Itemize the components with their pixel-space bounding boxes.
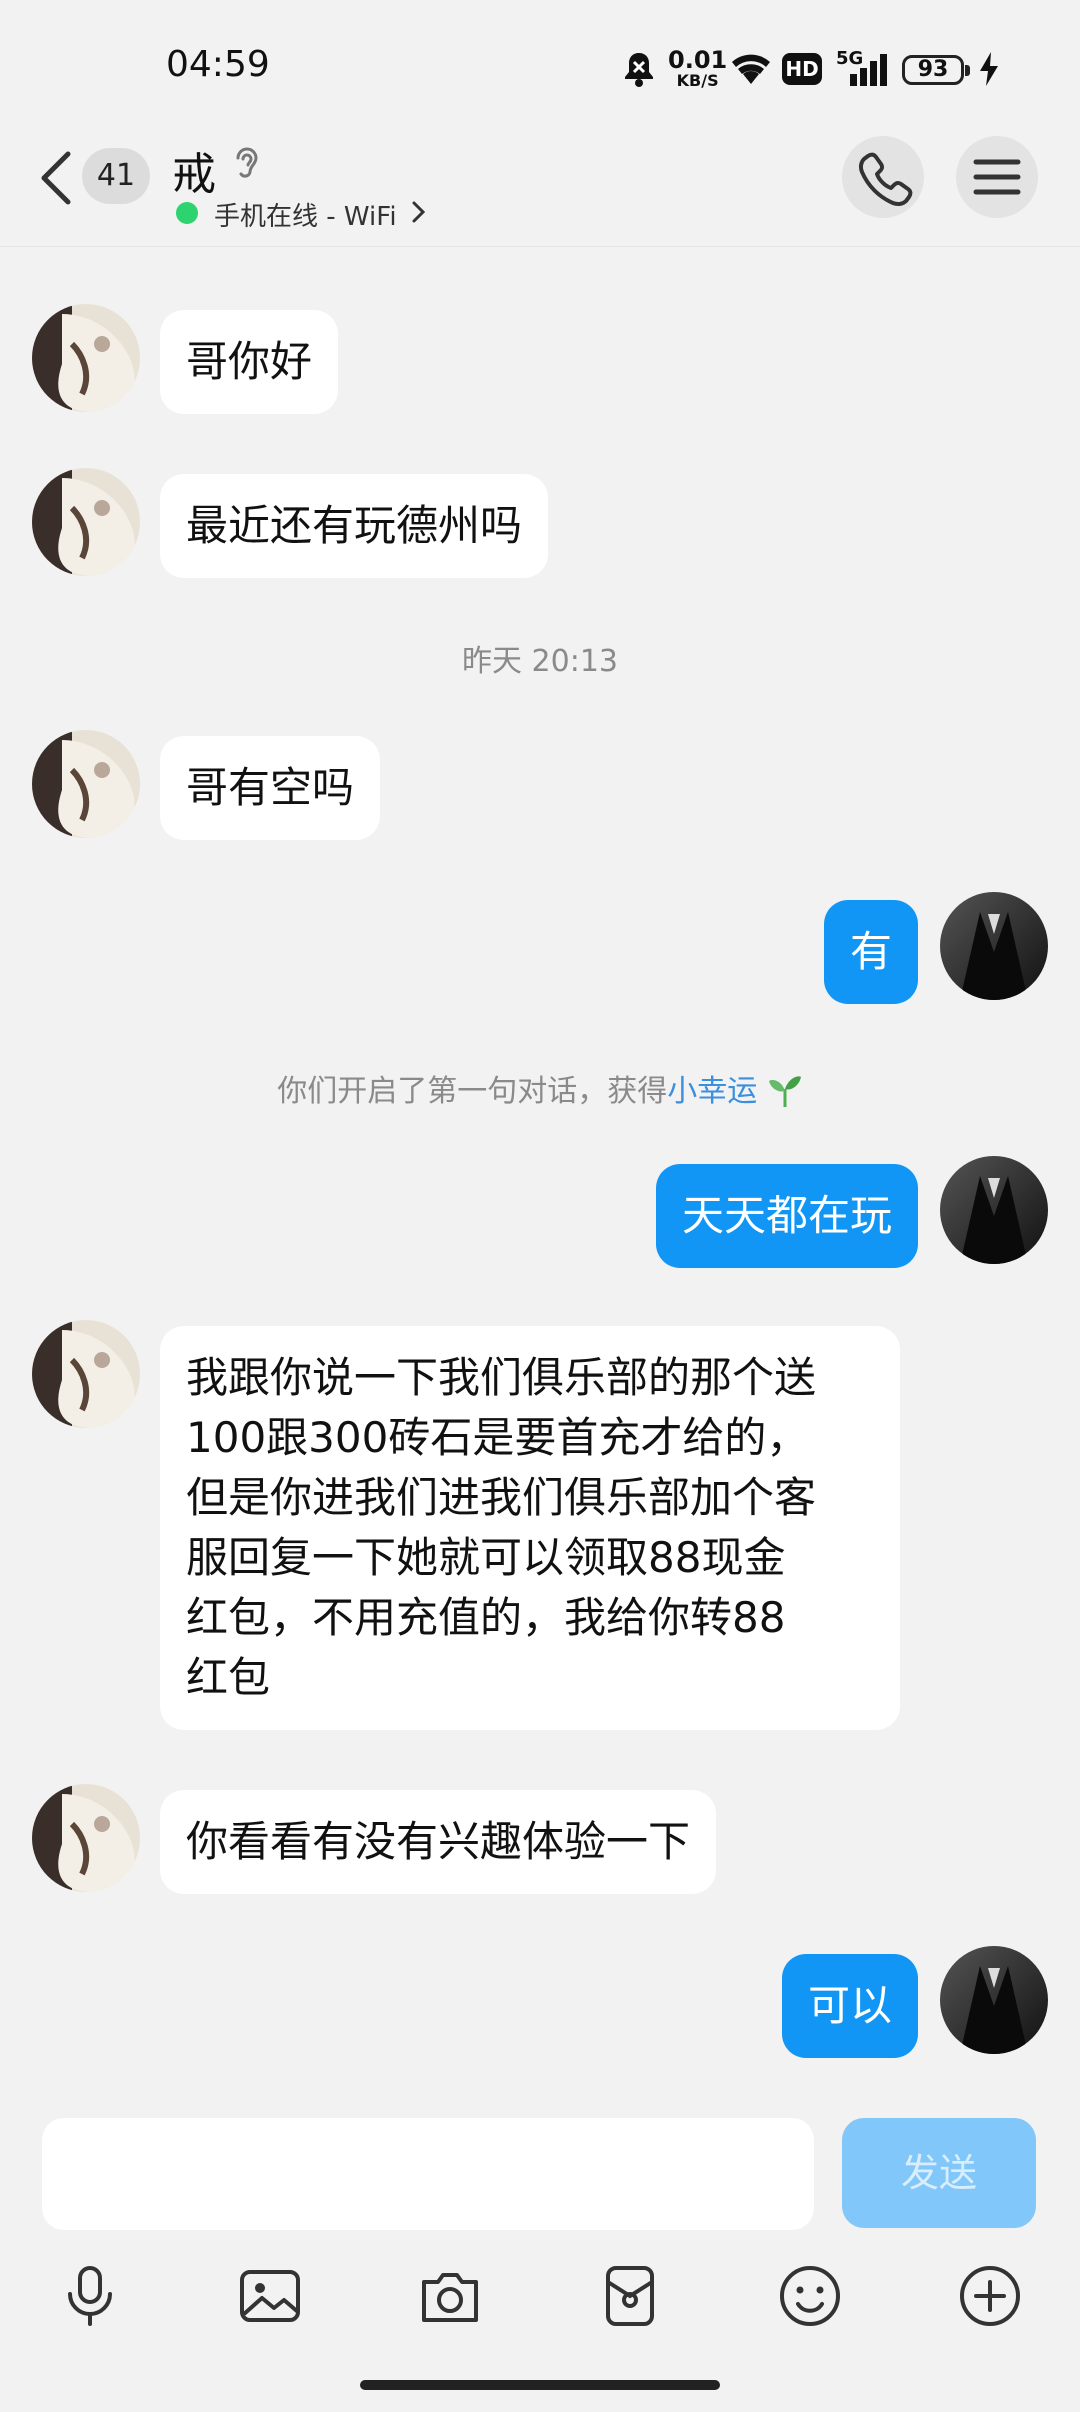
net-speed-value: 0.01 [668,46,728,74]
message-line: 我跟你说一下我们俱乐部的那个送 [186,1353,817,1402]
message-bubble-outgoing[interactable]: 天天都在玩 [655,1164,918,1268]
message-line: 红包，不用充值的，我给你转88 [186,1593,786,1642]
my-avatar[interactable] [940,1156,1048,1264]
message-line: 服回复一下她就可以领取88现金 [186,1533,786,1582]
phone-icon [858,152,913,207]
net-speed-unit: KB/S [676,71,719,90]
message-bubble-incoming[interactable]: 哥你好 [160,310,339,414]
emoji-icon[interactable] [774,2260,846,2332]
contact-avatar[interactable] [32,1784,140,1892]
message-bubble-incoming[interactable]: 哥有空吗 [160,736,381,840]
system-message-text: 你们开启了第一句对话，获得 [277,1074,668,1109]
contact-name[interactable]: 戒 [172,138,216,202]
signal-icon [840,54,890,90]
lucky-link[interactable]: 小幸运 [667,1074,757,1109]
sprout-icon [768,1076,801,1107]
chevron-right-icon[interactable] [410,200,426,228]
menu-icon [973,159,1021,195]
message-bubble-outgoing[interactable]: 有 [823,900,918,1004]
ear-icon[interactable] [230,142,264,186]
pocket-icon[interactable] [594,2260,666,2332]
contact-avatar[interactable] [32,730,140,838]
home-indicator[interactable] [360,2380,720,2390]
message-bubble-incoming[interactable]: 你看看有没有兴趣体验一下 [160,1790,717,1894]
send-button[interactable]: 发送 [842,2118,1036,2228]
contact-avatar[interactable] [32,468,140,576]
message-line: 100跟300砖石是要首充才给的， [186,1413,809,1462]
battery-level: 93 [902,55,970,85]
message-line: 但是你进我们进我们俱乐部加个客 [186,1473,817,1522]
message-timestamp: 昨天 20:13 [462,644,618,679]
message-bubble-incoming[interactable]: 最近还有玩德州吗 [160,474,549,578]
message-input[interactable] [42,2118,814,2230]
online-status-dot [176,202,198,224]
system-message: 你们开启了第一句对话，获得小幸运 [0,1066,1080,1110]
wifi-icon [728,50,774,90]
hd-badge: HD [782,53,822,85]
message-line: 红包 [186,1653,271,1702]
status-time: 04:59 [166,44,270,85]
image-icon[interactable] [234,2260,306,2332]
call-button[interactable] [842,136,924,218]
unread-count-badge[interactable]: 41 [82,148,150,204]
net-speed: 0.01 KB/S [668,48,727,90]
camera-icon[interactable] [414,2260,486,2332]
message-bubble-outgoing[interactable]: 可以 [781,1954,918,2058]
more-menu-button[interactable] [956,136,1038,218]
microphone-icon[interactable] [54,2260,126,2332]
plus-icon[interactable] [954,2260,1026,2332]
notification-muted-icon [622,50,656,92]
contact-avatar[interactable] [32,304,140,412]
online-status-text[interactable]: 手机在线 - WiFi [214,196,397,233]
my-avatar[interactable] [940,892,1048,1000]
back-arrow-icon[interactable] [38,150,74,210]
my-avatar[interactable] [940,1946,1048,2054]
contact-avatar[interactable] [32,1320,140,1428]
charging-icon [978,52,1000,90]
message-bubble-incoming-long[interactable]: 我跟你说一下我们俱乐部的那个送 100跟300砖石是要首充才给的， 但是你进我们… [160,1326,900,1730]
